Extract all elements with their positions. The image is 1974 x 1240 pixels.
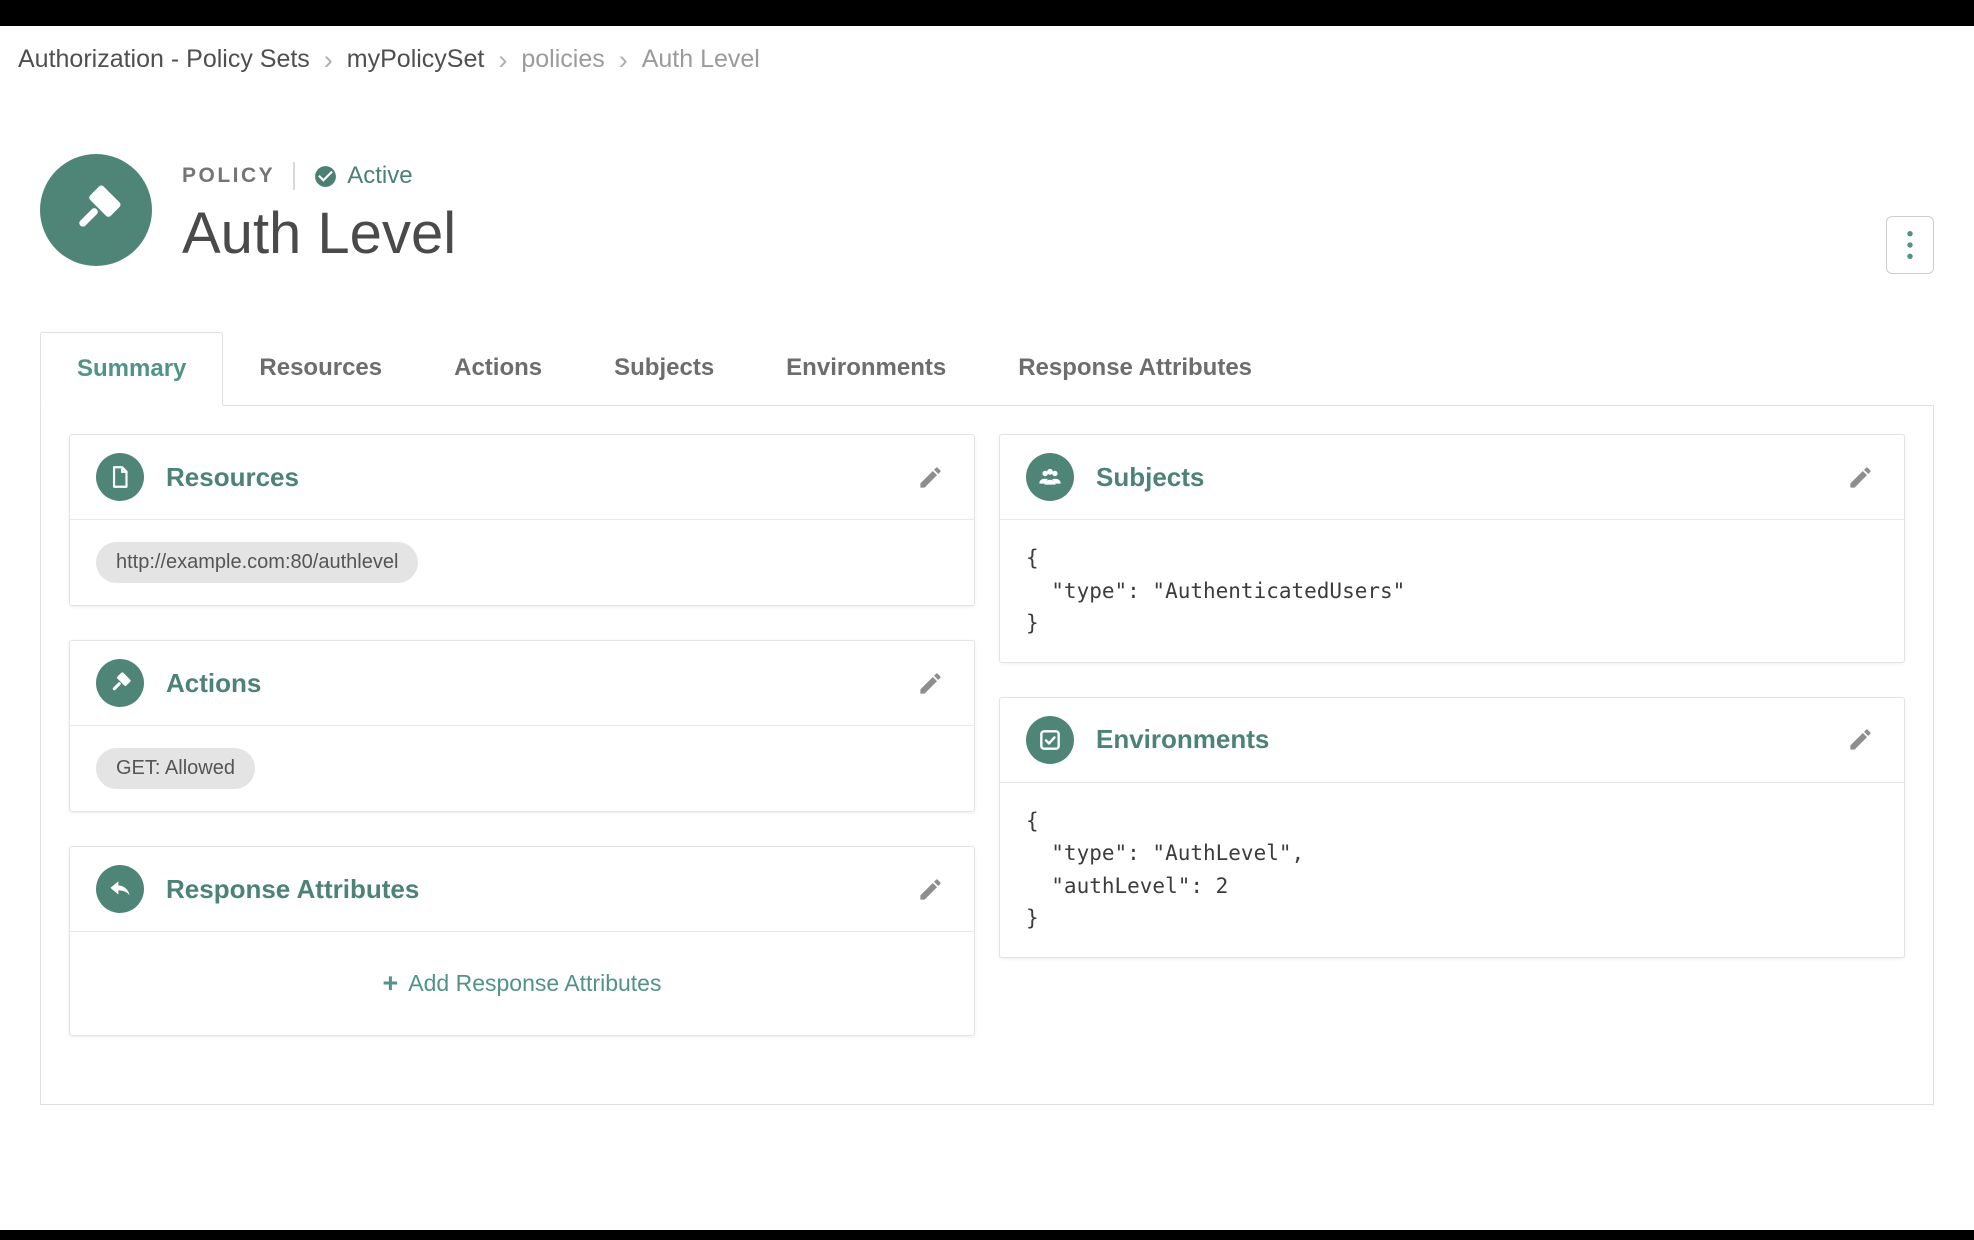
- breadcrumb-item-policies[interactable]: policies: [521, 45, 604, 74]
- page-header: POLICY Active Auth Level: [40, 154, 1934, 274]
- pencil-icon: [1847, 464, 1874, 491]
- breadcrumb: Authorization - Policy Sets › myPolicySe…: [0, 26, 1974, 92]
- add-response-attributes-label: Add Response Attributes: [408, 970, 661, 997]
- header-text: POLICY Active Auth Level: [182, 154, 456, 267]
- plus-icon: +: [383, 970, 399, 997]
- card-header: Subjects: [1000, 435, 1904, 519]
- card-title: Environments: [1096, 724, 1269, 755]
- page-title: Auth Level: [182, 200, 456, 267]
- bottom-black-bar: [0, 1230, 1974, 1240]
- pencil-icon: [1847, 726, 1874, 753]
- top-black-bar: [0, 0, 1974, 26]
- gavel-icon: [96, 659, 144, 707]
- add-response-attributes-button[interactable]: + Add Response Attributes: [383, 970, 662, 997]
- card-body: http://example.com:80/authlevel: [70, 519, 974, 605]
- status-badge: Active: [313, 162, 412, 190]
- edit-subjects-button[interactable]: [1843, 460, 1878, 495]
- pencil-icon: [917, 876, 944, 903]
- edit-actions-button[interactable]: [913, 666, 948, 701]
- users-icon: [1026, 453, 1074, 501]
- left-column: Resources http://example.com:80/authleve…: [69, 434, 975, 1036]
- status-label: Active: [347, 162, 412, 190]
- edit-environments-button[interactable]: [1843, 722, 1878, 757]
- reply-arrow-icon: [96, 865, 144, 913]
- environments-card: Environments { "type": "AuthLevel", "aut…: [999, 697, 1905, 958]
- more-actions-button[interactable]: [1886, 216, 1934, 274]
- action-pill: GET: Allowed: [96, 748, 255, 789]
- tab-response-attributes[interactable]: Response Attributes: [982, 332, 1288, 405]
- card-header: Environments: [1000, 698, 1904, 782]
- pencil-icon: [917, 670, 944, 697]
- card-title: Response Attributes: [166, 874, 419, 905]
- summary-panel: Resources http://example.com:80/authleve…: [40, 405, 1934, 1105]
- card-body: { "type": "AuthenticatedUsers" }: [1000, 519, 1904, 662]
- breadcrumb-separator: ›: [324, 45, 333, 74]
- response-attributes-card: Response Attributes + Add Response Attri…: [69, 846, 975, 1036]
- card-body: GET: Allowed: [70, 725, 974, 811]
- gavel-icon: [66, 180, 126, 240]
- actions-card: Actions GET: Allowed: [69, 640, 975, 812]
- card-header: Actions: [70, 641, 974, 725]
- card-body: + Add Response Attributes: [70, 931, 974, 1035]
- document-icon: [96, 453, 144, 501]
- resource-pill: http://example.com:80/authlevel: [96, 542, 418, 583]
- card-header: Response Attributes: [70, 847, 974, 931]
- breadcrumb-separator: ›: [498, 45, 507, 74]
- card-body: { "type": "AuthLevel", "authLevel": 2 }: [1000, 782, 1904, 957]
- tab-actions[interactable]: Actions: [418, 332, 578, 405]
- breadcrumb-separator: ›: [619, 45, 628, 74]
- subjects-card: Subjects { "type": "AuthenticatedUsers" …: [999, 434, 1905, 663]
- meta-row: POLICY Active: [182, 162, 456, 190]
- card-title: Actions: [166, 668, 261, 699]
- card-title: Subjects: [1096, 462, 1204, 493]
- breadcrumb-item-mypolicyset[interactable]: myPolicySet: [347, 45, 485, 74]
- breadcrumb-item-current: Auth Level: [642, 45, 760, 74]
- pencil-icon: [917, 464, 944, 491]
- tab-summary[interactable]: Summary: [40, 332, 223, 406]
- policy-type-label: POLICY: [182, 164, 275, 188]
- check-circle-icon: [313, 164, 338, 189]
- breadcrumb-item-policy-sets[interactable]: Authorization - Policy Sets: [18, 45, 310, 74]
- tab-resources[interactable]: Resources: [223, 332, 418, 405]
- screen: Authorization - Policy Sets › myPolicySe…: [0, 0, 1974, 1240]
- right-column: Subjects { "type": "AuthenticatedUsers" …: [999, 434, 1905, 958]
- environments-json: { "type": "AuthLevel", "authLevel": 2 }: [1026, 805, 1878, 935]
- tab-subjects[interactable]: Subjects: [578, 332, 750, 405]
- subjects-json: { "type": "AuthenticatedUsers" }: [1026, 542, 1878, 640]
- card-title: Resources: [166, 462, 299, 493]
- kebab-icon: [1896, 228, 1924, 262]
- vertical-divider: [293, 162, 295, 190]
- resources-card: Resources http://example.com:80/authleve…: [69, 434, 975, 606]
- tab-bar: Summary Resources Actions Subjects Envir…: [40, 332, 1934, 405]
- card-header: Resources: [70, 435, 974, 519]
- check-square-icon: [1026, 716, 1074, 764]
- edit-resources-button[interactable]: [913, 460, 948, 495]
- edit-response-attributes-button[interactable]: [913, 872, 948, 907]
- tab-environments[interactable]: Environments: [750, 332, 982, 405]
- policy-avatar: [40, 154, 152, 266]
